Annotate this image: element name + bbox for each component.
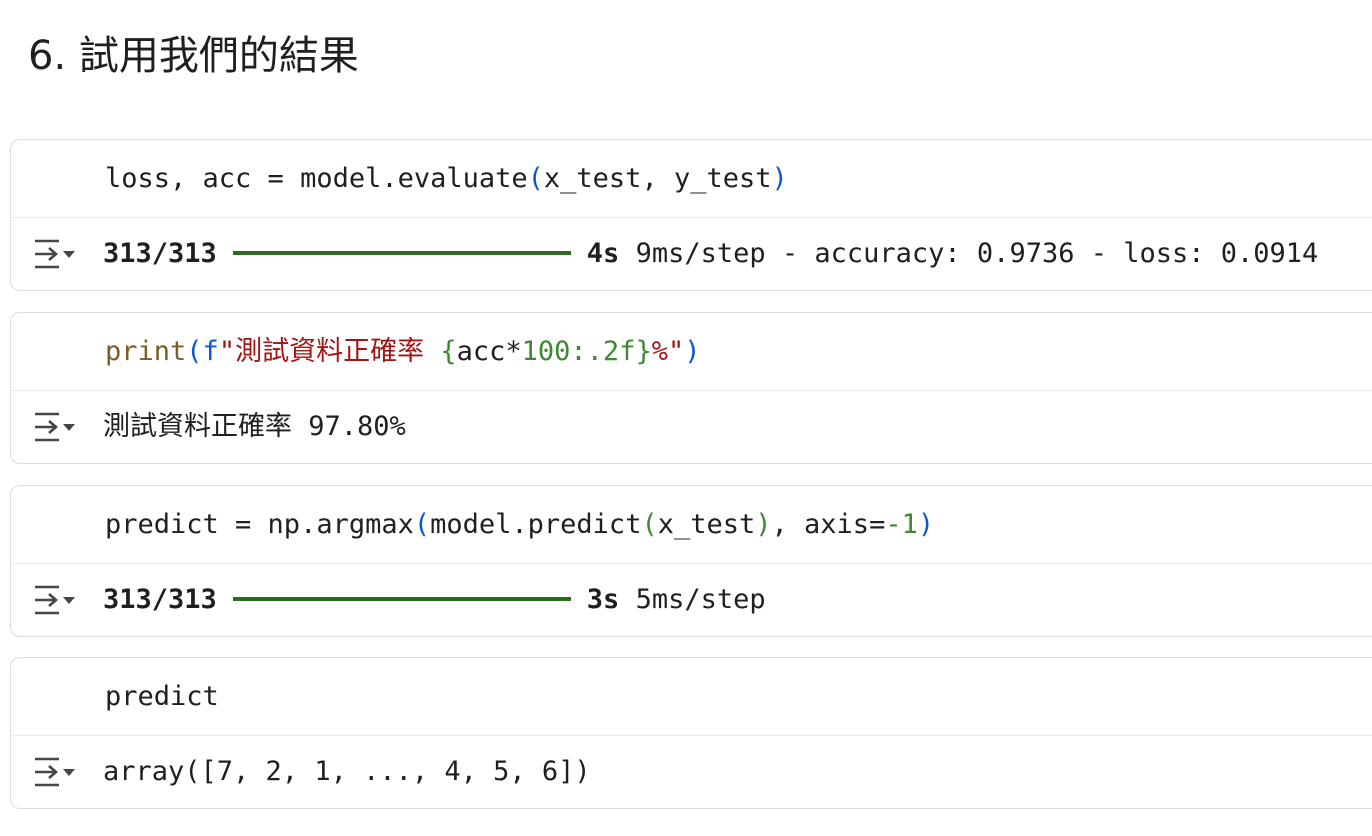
progress-metrics: 9ms/step - accuracy: 0.9736 - loss: 0.09… <box>619 238 1319 269</box>
output-collapse-icon[interactable] <box>33 584 77 616</box>
code-cell-predict[interactable]: predict = np.argmax(model.predict(x_test… <box>10 485 1372 637</box>
cell-output: 313/313 4s 9ms/step - accuracy: 0.9736 - … <box>11 218 1372 290</box>
code-paren: ) <box>755 509 772 540</box>
code-operator: * <box>505 336 522 367</box>
code-token: loss, acc = model.evaluate <box>105 163 528 194</box>
section-heading: 6. 試用我們的結果 <box>28 33 359 79</box>
code-token: acc <box>456 336 506 367</box>
code-paren: ( <box>641 509 658 540</box>
cell-output: 測試資料正確率 97.80% <box>11 391 1372 463</box>
code-paren: ( <box>186 336 203 367</box>
code-paren: ( <box>527 163 544 194</box>
progress-time: 3s <box>586 584 620 615</box>
code-function: print <box>105 336 187 367</box>
output-collapse-icon[interactable] <box>33 411 77 443</box>
code-paren: ) <box>771 163 788 194</box>
progress-steps: 313/313 <box>103 238 217 269</box>
progress-bar <box>232 250 571 255</box>
progress-steps: 313/313 <box>103 584 217 615</box>
cell-output: 313/313 3s 5ms/step <box>11 564 1372 636</box>
code-token: x_test <box>657 509 756 540</box>
code-line: print(f"測試資料正確率 {acc*100:.2f}%") <box>105 333 701 371</box>
progress-time: 4s <box>586 238 620 269</box>
cell-input[interactable]: predict = np.argmax(model.predict(x_test… <box>11 486 1372 564</box>
cell-input[interactable]: loss, acc = model.evaluate(x_test, y_tes… <box>11 140 1372 218</box>
code-brace: { <box>440 336 457 367</box>
code-line: predict = np.argmax(model.predict(x_test… <box>105 506 934 544</box>
code-token: x_test, y_test <box>543 163 772 194</box>
progress-metrics: 5ms/step <box>619 584 766 615</box>
code-paren: ) <box>917 509 935 540</box>
code-line: predict <box>105 681 219 712</box>
code-cell-print[interactable]: print(f"測試資料正確率 {acc*100:.2f}%") 測試資料正確率… <box>10 312 1372 464</box>
code-token: , axis= <box>771 509 886 540</box>
code-fstring-prefix: f <box>202 336 219 367</box>
code-line: loss, acc = model.evaluate(x_test, y_tes… <box>105 160 788 198</box>
output-collapse-icon[interactable] <box>33 238 77 270</box>
code-format-spec: :.2f <box>570 336 636 367</box>
output-text: 測試資料正確率 97.80% <box>103 411 406 442</box>
code-cell-show-predict[interactable]: predict array([7, 2, 1, ..., 4, 5, 6]) <box>10 657 1372 809</box>
code-paren: ) <box>684 336 701 367</box>
cell-input[interactable]: predict <box>11 658 1372 736</box>
code-string: %" <box>651 336 685 367</box>
code-token: predict = np.argmax <box>105 509 414 540</box>
output-text: 313/313 4s 9ms/step - accuracy: 0.9736 - … <box>103 234 1318 274</box>
output-text: 313/313 3s 5ms/step <box>103 580 766 620</box>
code-brace: } <box>635 336 652 367</box>
code-token: model.predict <box>430 509 642 540</box>
code-number: 100 <box>521 336 571 367</box>
code-cell-evaluate[interactable]: loss, acc = model.evaluate(x_test, y_tes… <box>10 139 1372 291</box>
output-collapse-icon[interactable] <box>33 756 77 788</box>
code-paren: ( <box>413 509 431 540</box>
cell-output: array([7, 2, 1, ..., 4, 5, 6]) <box>11 736 1372 808</box>
cell-input[interactable]: print(f"測試資料正確率 {acc*100:.2f}%") <box>11 313 1372 391</box>
output-text: array([7, 2, 1, ..., 4, 5, 6]) <box>103 756 591 787</box>
code-string: "測試資料正確率 <box>218 336 441 367</box>
code-number: -1 <box>885 509 918 540</box>
progress-bar <box>232 596 571 601</box>
